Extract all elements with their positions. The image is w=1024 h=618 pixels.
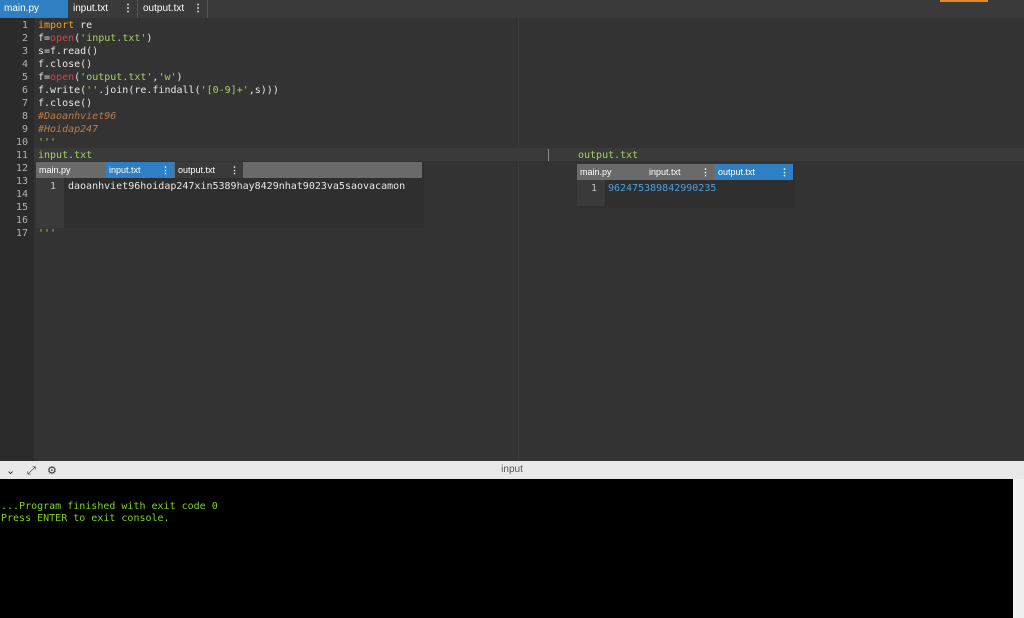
string-literal: 'w' [158, 72, 177, 83]
keyword: import [38, 20, 75, 31]
line-number: 2 [21, 33, 28, 44]
docstring-quote: ''' [38, 137, 57, 148]
settings-icon[interactable]: ⚙ [47, 464, 57, 477]
editor-tab-bar: main.py input.txt ⋮ output.txt ⋮ [0, 0, 1024, 18]
docstring-text: output.txt [578, 150, 639, 161]
mini-tab-bar: main.py input.txt ⋮ output.txt ⋮ [36, 162, 422, 178]
code-line-3: s=f.read() [38, 46, 99, 57]
code-line-1: import re [38, 19, 92, 32]
tab-separator [207, 0, 208, 18]
tab-label: main.py [4, 3, 40, 14]
code-line-4: f.close() [38, 59, 93, 70]
tab-input-txt[interactable]: input.txt ⋮ [69, 0, 137, 18]
line-number: 9 [21, 124, 28, 135]
mini-tab-main-py[interactable]: main.py [577, 164, 645, 180]
tab-label: input.txt [109, 165, 141, 175]
console-line: Press ENTER to exit console. [1, 513, 170, 524]
line-number: 14 [15, 189, 28, 200]
code-line-6: f.write(''.join(re.findall('[0-9]+',s))) [38, 84, 279, 97]
code-line-5: f=open('output.txt','w') [38, 71, 183, 84]
code-text: f= [38, 33, 51, 44]
builtin: open [50, 72, 75, 83]
string-literal: 'output.txt' [80, 72, 153, 83]
string-literal: '[0-9]+' [200, 85, 249, 96]
tab-menu-icon[interactable]: ⋮ [230, 162, 239, 178]
code-text: ,s))) [248, 85, 279, 96]
code-text: ) [176, 72, 183, 83]
tab-label: output.txt [143, 3, 185, 14]
line-number: 11 [15, 150, 28, 161]
code-text: .join(re.findall( [98, 85, 201, 96]
code-comment: #Daoanhviet96 [38, 111, 117, 122]
line-number: 5 [21, 72, 28, 83]
code-text: re [74, 20, 93, 31]
tab-menu-icon[interactable]: ⋮ [780, 164, 789, 180]
expand-icon[interactable]: ⤢ [27, 464, 36, 478]
text-cursor [548, 149, 549, 161]
mini-tab-output-txt[interactable]: output.txt ⋮ [175, 162, 243, 178]
line-number: 6 [21, 85, 28, 96]
line-number: 15 [15, 202, 28, 213]
current-line-highlight [34, 148, 1024, 161]
editor-divider [518, 18, 519, 461]
line-number: 10 [15, 137, 28, 148]
line-number: 3 [21, 46, 28, 57]
console-header: input ⌄ ⤢ ⚙ [0, 461, 1024, 479]
console-line: ...Program finished with exit code 0 [1, 501, 218, 512]
line-number: 13 [15, 176, 28, 187]
line-number: 7 [21, 98, 28, 109]
tab-separator [137, 0, 138, 18]
line-number: 4 [21, 59, 28, 70]
tab-menu-icon[interactable]: ⋮ [193, 0, 203, 18]
input-window-preview: main.py input.txt ⋮ output.txt ⋮ 1 daoanhv… [36, 162, 424, 228]
tab-output-txt[interactable]: output.txt ⋮ [139, 0, 207, 18]
console-output[interactable]: ...Program finished with exit code 0 Pre… [0, 479, 1013, 618]
line-number: 8 [21, 111, 28, 122]
line-number: 1 [21, 20, 28, 31]
line-number: 16 [15, 215, 28, 226]
output-window-preview: main.py input.txt ⋮ output.txt ⋮ 1 9624753… [577, 164, 795, 208]
tab-label: input.txt [73, 3, 109, 14]
code-text: f= [38, 72, 51, 83]
line-number: 12 [15, 163, 28, 174]
line-number: 17 [15, 228, 28, 239]
line-number: 1 [591, 183, 598, 194]
code-comment: #Hoidap247 [38, 124, 99, 135]
input-file-content: daoanhviet96hoidap247xin5389hay8429nhat9… [68, 181, 406, 192]
tab-menu-icon[interactable]: ⋮ [161, 162, 170, 178]
tab-menu-icon[interactable]: ⋮ [701, 164, 710, 180]
console-title: input [501, 464, 523, 475]
mini-tab-input-txt[interactable]: input.txt ⋮ [106, 162, 174, 178]
collapse-icon[interactable]: ⌄ [6, 464, 15, 477]
tab-label: main.py [39, 165, 71, 175]
tab-label: main.py [580, 167, 612, 177]
mini-tab-output-txt[interactable]: output.txt ⋮ [715, 164, 793, 180]
code-line-2: f=open('input.txt') [38, 32, 152, 45]
code-text: f.write( [38, 85, 87, 96]
code-text: ) [146, 33, 153, 44]
code-line-7: f.close() [38, 98, 93, 109]
mini-tab-main-py[interactable]: main.py [36, 162, 106, 178]
tab-main-py[interactable]: main.py [0, 0, 68, 18]
docstring-text: input.txt [38, 150, 93, 161]
tab-menu-icon[interactable]: ⋮ [123, 0, 133, 18]
accent-strip [940, 0, 988, 2]
line-number: 1 [50, 181, 57, 192]
tab-label: input.txt [649, 167, 681, 177]
mini-tab-bar: main.py input.txt ⋮ output.txt ⋮ [577, 164, 793, 180]
mini-tab-input-txt[interactable]: input.txt ⋮ [646, 164, 714, 180]
string-literal: '' [86, 85, 99, 96]
builtin: open [50, 33, 75, 44]
tab-label: output.txt [178, 165, 216, 175]
console-scrollbar[interactable] [1013, 479, 1024, 618]
string-literal: 'input.txt' [80, 33, 147, 44]
docstring-quote: ''' [38, 228, 57, 239]
tab-label: output.txt [718, 167, 756, 177]
output-file-content: 962475389842990235 [608, 183, 717, 194]
